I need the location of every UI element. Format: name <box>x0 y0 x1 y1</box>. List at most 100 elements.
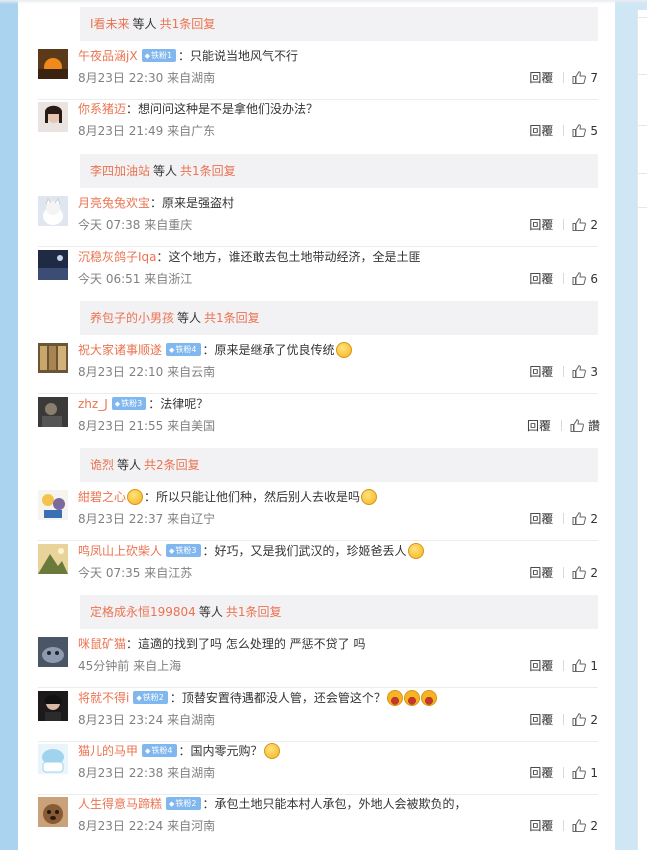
reply-button[interactable]: 回覆 <box>529 218 553 232</box>
avatar[interactable] <box>38 797 68 827</box>
comment-username[interactable]: 将就不得i <box>78 691 129 705</box>
comment-username[interactable]: 祝大家诸事顺遂 <box>78 343 162 357</box>
comment-username[interactable]: 咪鼠矿猫 <box>78 637 126 651</box>
reply-count-link[interactable]: 共1条回复 <box>226 605 282 619</box>
avatar[interactable] <box>38 49 68 79</box>
right-sidebar-card <box>637 10 647 850</box>
comment-username[interactable]: 猫儿的马甲 <box>78 744 138 758</box>
comment-item: 咪鼠矿猫：這適的找到了吗 怎么处理的 严惩不贷了 吗 45分钟前 来自上海 回覆… <box>38 635 598 688</box>
comment-meta: 今天 06:51 来自浙江 <box>78 272 193 286</box>
replies-summary-bar[interactable]: 李四加油站 等人 共1条回复 <box>80 154 598 188</box>
replies-summary-bar[interactable]: I看未来 等人 共1条回复 <box>80 7 598 41</box>
reply-count-link[interactable]: 共2条回复 <box>144 458 200 472</box>
like-button[interactable]: 2 <box>572 711 598 729</box>
reply-button[interactable]: 回覆 <box>529 512 553 526</box>
avatar[interactable] <box>38 196 68 226</box>
reply-button[interactable]: 回覆 <box>527 419 551 433</box>
comment-text: ：法律呢？ <box>148 397 209 411</box>
avatar[interactable] <box>38 343 68 373</box>
reply-user-link[interactable]: I看未来 <box>90 17 130 31</box>
comment-username[interactable]: 鸣凤山上砍柴人 <box>78 544 162 558</box>
like-button[interactable]: 1 <box>572 764 598 782</box>
avatar[interactable] <box>38 250 68 280</box>
fan-badge[interactable]: ◆铁粉4 <box>142 744 177 757</box>
avatar[interactable] <box>38 744 68 774</box>
comments-panel: I看未来 等人 共1条回复 午夜品涵jX ◆铁粉1 ：只能说当地风气不行 8月23日 2… <box>18 0 615 850</box>
like-button[interactable]: 1 <box>572 657 598 675</box>
reply-count-link[interactable]: 共1条回复 <box>180 164 236 178</box>
thumbs-up-icon <box>572 123 587 137</box>
reply-button[interactable]: 回覆 <box>529 272 553 286</box>
comment-username[interactable]: 沉稳灰鸽子Iqa <box>78 250 157 264</box>
comment-item: zhz_J ◆铁粉3 ：法律呢？ 8月23日 21:55 来自美国 回覆 讚 <box>38 395 600 448</box>
fan-badge[interactable]: ◆铁粉3 <box>111 397 147 410</box>
avatar[interactable] <box>38 544 68 574</box>
like-button[interactable]: 2 <box>572 564 598 582</box>
crown-badge-icon <box>127 488 144 505</box>
comment-username[interactable]: zhz_J <box>78 397 108 411</box>
comment-username[interactable]: 午夜品涵jX <box>78 49 138 63</box>
reply-count-link[interactable]: 共1条回复 <box>160 17 216 31</box>
reply-user-link[interactable]: 定格成永恒199804 <box>90 605 196 619</box>
comment-item: 鸣凤山上砍柴人 ◆铁粉3 ：好巧，又是我们武汉的，珍姬爸丢人 今天 07:35 来自… <box>38 542 598 595</box>
thumbs-up-icon <box>572 818 587 832</box>
comment-item: 猫儿的马甲 ◆铁粉4 ：国内零元购？ 8月23日 22:38 来自湖南 回覆 1 <box>38 742 598 795</box>
reply-button[interactable]: 回覆 <box>529 659 553 673</box>
like-button[interactable]: 讚 <box>570 417 600 435</box>
avatar[interactable] <box>38 637 68 667</box>
reply-button[interactable]: 回覆 <box>529 819 553 833</box>
replies-summary-bar[interactable]: 养包子的小男孩 等人 共1条回复 <box>80 301 598 335</box>
grin-emoji-icon <box>361 488 378 505</box>
like-count: 1 <box>590 659 598 673</box>
like-button[interactable]: 2 <box>572 817 598 835</box>
avatar[interactable] <box>38 102 68 132</box>
action-divider <box>563 366 565 377</box>
like-button[interactable]: 2 <box>572 216 598 234</box>
avatar[interactable] <box>38 490 68 520</box>
laugh-emoji-icon <box>386 689 403 706</box>
reply-user-link[interactable]: 李四加油站 <box>90 164 150 178</box>
comment-meta: 8月23日 22:37 来自辽宁 <box>78 512 216 526</box>
comment-username[interactable]: 紺碧之心 <box>78 490 126 504</box>
reply-button[interactable]: 回覆 <box>529 566 553 580</box>
action-divider <box>563 820 565 831</box>
comment-text: ：国内零元购？ <box>178 744 263 758</box>
like-button[interactable]: 5 <box>572 122 598 140</box>
comment-username[interactable]: 你系猪迈 <box>78 102 126 116</box>
reply-button[interactable]: 回覆 <box>529 71 553 85</box>
comment-text: ：原来是继承了优良传统 <box>202 343 335 357</box>
like-button[interactable]: 2 <box>572 510 598 528</box>
fan-badge[interactable]: ◆铁粉4 <box>166 343 201 356</box>
avatar[interactable] <box>38 691 68 721</box>
like-count: 1 <box>590 766 598 780</box>
fan-badge[interactable]: ◆铁粉2 <box>166 797 201 810</box>
comment-username[interactable]: 人生得意马蹄糕 <box>78 797 162 811</box>
reply-button[interactable]: 回覆 <box>529 766 553 780</box>
top-edge-shadow <box>0 0 647 4</box>
fan-badge[interactable]: ◆铁粉2 <box>133 691 168 704</box>
comment-username[interactable]: 月亮兔兔欢宝 <box>78 196 150 210</box>
reply-user-link[interactable]: 养包子的小男孩 <box>90 311 174 325</box>
like-button[interactable]: 6 <box>572 270 598 288</box>
avatar[interactable] <box>38 397 68 427</box>
comment-item: 沉稳灰鸽子Iqa：这个地方，谁还敢去包土地带动经济，全是土匪 今天 06:51 … <box>38 248 598 301</box>
action-divider <box>563 72 565 83</box>
comment-text: ：這適的找到了吗 怎么处理的 严惩不贷了 吗 <box>126 637 366 651</box>
reply-count-link[interactable]: 共1条回复 <box>204 311 260 325</box>
thumbs-up-icon <box>572 765 587 779</box>
reply-button[interactable]: 回覆 <box>529 124 553 138</box>
replies-summary-bar[interactable]: 诡烈 等人 共2条回复 <box>80 448 598 482</box>
reply-button[interactable]: 回覆 <box>529 713 553 727</box>
replies-summary-bar[interactable]: 定格成永恒199804 等人 共1条回复 <box>80 595 598 629</box>
comment-item: 午夜品涵jX ◆铁粉1 ：只能说当地风气不行 8月23日 22:30 来自湖南 回覆… <box>38 47 598 100</box>
like-count: 2 <box>590 713 598 727</box>
reply-user-link[interactable]: 诡烈 <box>90 458 114 472</box>
action-divider <box>563 567 565 578</box>
comment-meta: 今天 07:35 来自江苏 <box>78 566 193 580</box>
reply-button[interactable]: 回覆 <box>529 365 553 379</box>
fan-badge[interactable]: ◆铁粉3 <box>166 544 201 557</box>
comment-item: 将就不得i ◆铁粉2 ：顶替安置待遇都没人管，还会管这个？ 8月23日 23:24 … <box>38 689 598 742</box>
fan-badge[interactable]: ◆铁粉1 <box>141 49 177 62</box>
like-button[interactable]: 3 <box>572 363 598 381</box>
like-button[interactable]: 7 <box>572 69 598 87</box>
